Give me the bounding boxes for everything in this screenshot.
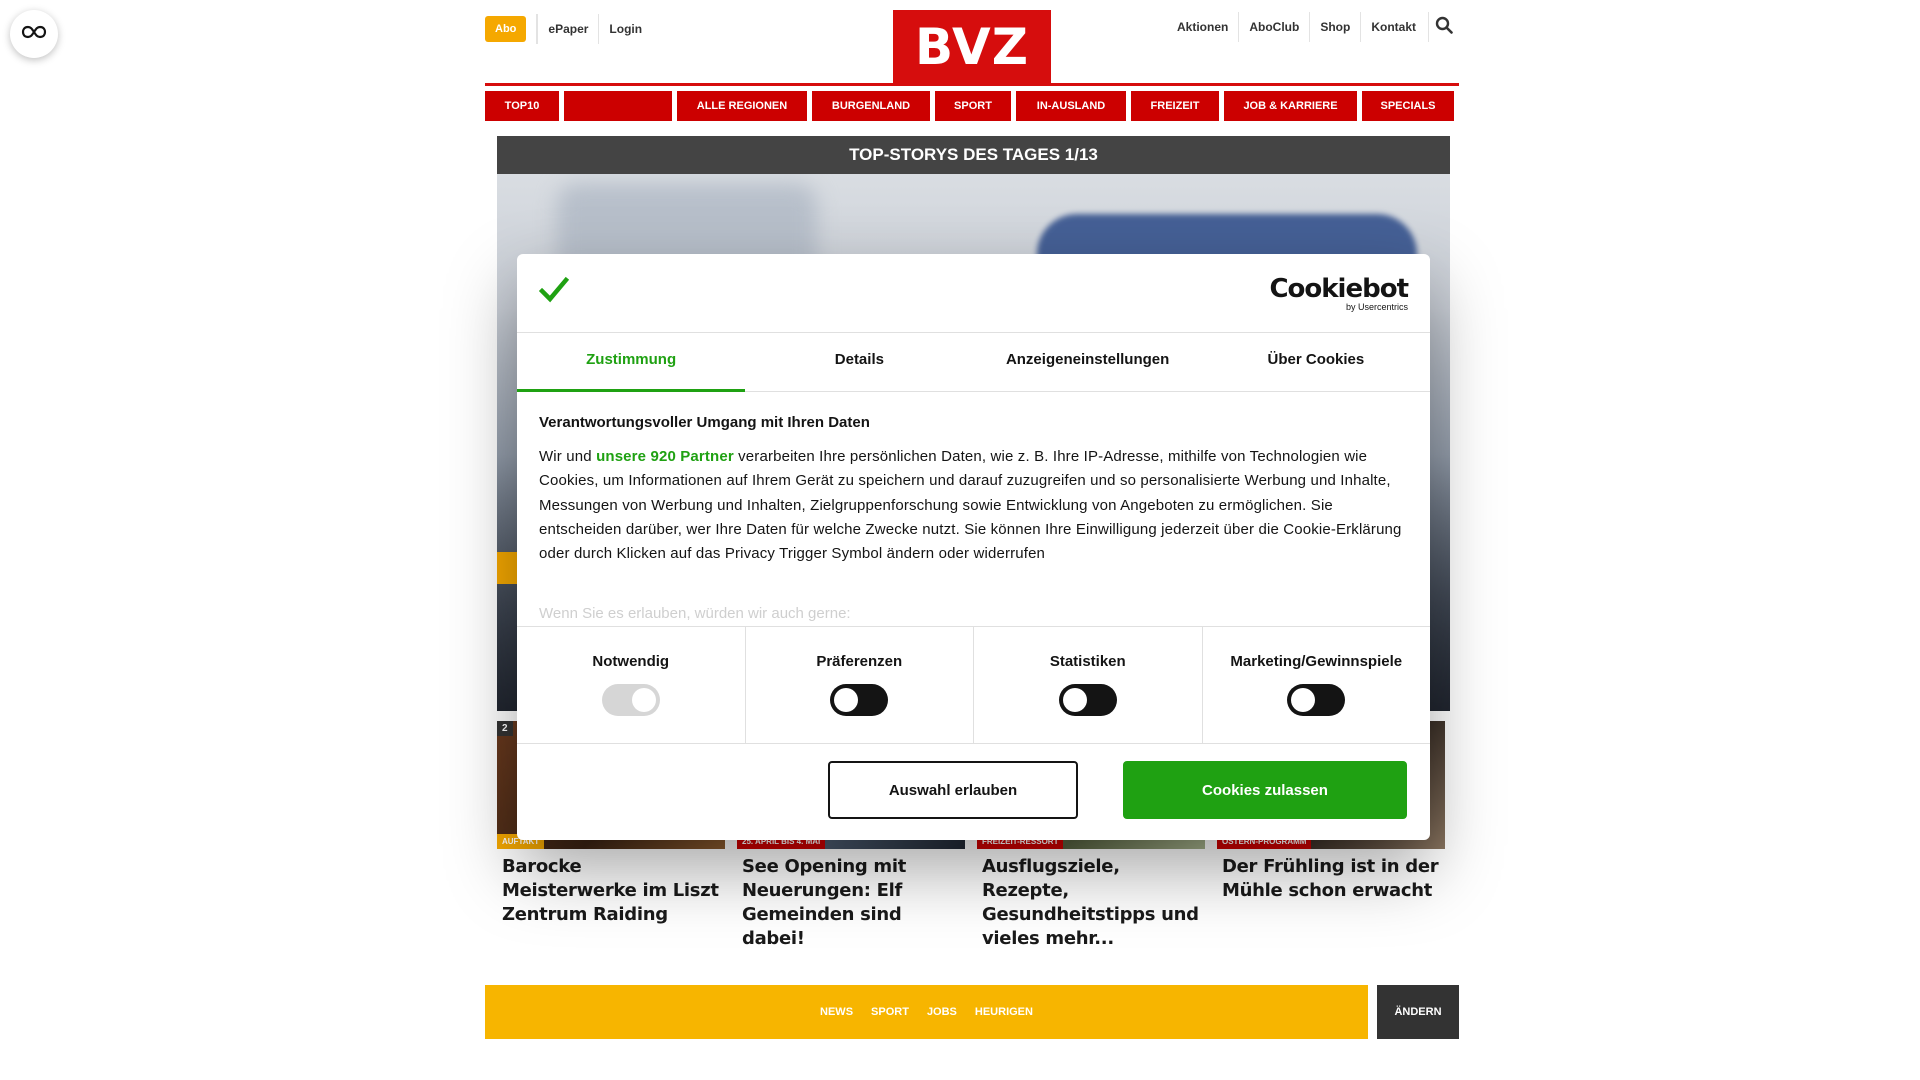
nav-item-burgenland[interactable]: BURGENLAND [812,91,930,121]
teaser-title[interactable]: Der Frühling ist in der Mühle schon erwa… [1222,855,1440,903]
shop-link[interactable]: Shop [1309,12,1360,42]
teaser-title[interactable]: Ausflugsziele, Rezepte, Gesundheitstipps… [982,855,1200,951]
nav-item-empty[interactable] [564,91,672,121]
region-link-jobs[interactable]: JOBS [927,1006,957,1018]
cookie-tabs: Zustimmung Details Anzeigeneinstellungen… [517,333,1430,392]
bvz-logo[interactable]: BVZ [893,10,1051,84]
teaser-number: 2 [497,721,513,736]
region-link-heurigen[interactable]: HEURIGEN [975,1006,1033,1018]
checkmark-icon [538,276,570,309]
toggle-knob [1062,688,1087,712]
page: Abo ePaper Login BVZ Aktionen AboClub Sh… [0,0,1920,1080]
region-link-sport[interactable]: SPORT [871,1006,909,1018]
search-icon [1435,16,1453,39]
category-tag [497,552,519,584]
tab-ueber-cookies[interactable]: Über Cookies [1202,333,1430,391]
cookie-dialog-header: Cookiebot by Usercentrics [517,254,1430,333]
tab-zustimmung[interactable]: Zustimmung [517,333,746,392]
toggle-preferences[interactable] [830,684,889,716]
toggle-knob [1291,688,1316,712]
top-stories-title: TOP-STORYS DES TAGES 1/13 [497,136,1450,174]
cookie-text: Wir und unsere 920 Partner verarbeiten I… [539,445,1407,566]
aboclub-link[interactable]: AboClub [1238,12,1309,42]
toggle-column-marketing: Marketing/Gewinnspiele [1201,627,1431,743]
partners-link[interactable]: unsere 920 Partner [596,448,734,465]
search-button[interactable] [1428,12,1459,42]
cookie-consent-dialog: Cookiebot by Usercentrics Zustimmung Det… [517,254,1430,840]
toggle-column-necessary: Notwendig [517,627,745,743]
cookie-text-pre: Wir und [539,448,597,465]
toggle-statistics[interactable] [1058,684,1117,716]
header-rule [485,83,1459,86]
region-link-news[interactable]: NEWS [820,1006,853,1018]
teaser-title[interactable]: Barocke Meisterwerke im Liszt Zentrum Ra… [502,855,720,927]
privacy-icon [21,25,47,44]
cookie-text-post: verarbeiten Ihre persönlichen Daten, wie… [539,448,1402,563]
toggle-knob [631,688,656,712]
tab-anzeigeneinstellungen[interactable]: Anzeigeneinstellungen [974,333,1202,391]
region-bar: NEWS SPORT JOBS HEURIGEN [485,985,1368,1039]
toggle-label: Statistiken [1049,653,1126,670]
header-left-links: Abo ePaper Login [485,14,652,44]
toggle-necessary [601,684,660,716]
nav-item-job-karriere[interactable]: JOB & KARRIERE [1224,91,1357,121]
cookie-heading: Verantwortungsvoller Umgang mit Ihren Da… [539,414,870,431]
kontakt-link[interactable]: Kontakt [1360,12,1426,42]
toggle-column-statistics: Statistiken [973,627,1202,743]
change-region-button[interactable]: ÄNDERN [1377,985,1459,1039]
toggle-label: Marketing/Gewinnspiele [1230,653,1403,670]
login-link[interactable]: Login [598,14,652,44]
teaser-title[interactable]: See Opening mit Neuerungen: Elf Gemeinde… [742,855,960,951]
allow-all-cookies-button[interactable]: Cookies zulassen [1123,761,1407,819]
toggle-column-preferences: Präferenzen [744,627,974,743]
privacy-trigger-button[interactable] [10,10,58,58]
toggle-label: Präferenzen [816,653,903,670]
consent-toggles: Notwendig Präferenzen Statistiken Market… [517,626,1430,744]
toggle-label: Notwendig [592,653,670,670]
nav-item-alle-regionen[interactable]: ALLE REGIONEN [677,91,807,121]
allow-selection-button[interactable]: Auswahl erlauben [828,761,1078,819]
aktionen-link[interactable]: Aktionen [1167,12,1238,42]
site-header: Abo ePaper Login BVZ Aktionen AboClub Sh… [485,0,1459,84]
toggle-knob [834,688,859,712]
nav-item-in-ausland[interactable]: IN-AUSLAND [1016,91,1126,121]
cookiebot-logo[interactable]: Cookiebot by Usercentrics [1269,274,1409,313]
nav-item-sport[interactable]: SPORT [935,91,1011,121]
tab-details[interactable]: Details [745,333,973,391]
nav-item-specials[interactable]: SPECIALS [1362,91,1454,121]
nav-item-top10[interactable]: TOP10 [485,91,559,121]
nav-item-freizeit[interactable]: FREIZEIT [1131,91,1219,121]
toggle-marketing[interactable] [1287,684,1346,716]
abo-button[interactable]: Abo [485,16,527,42]
header-right-links: Aktionen AboClub Shop Kontakt [1167,12,1459,42]
cookiebot-brand: Cookiebot [1269,274,1409,304]
cookie-actions: Auswahl erlauben Cookies zulassen [517,744,1430,840]
epaper-link[interactable]: ePaper [537,14,598,44]
main-nav: TOP10 ALLE REGIONEN BURGENLAND SPORT IN-… [485,91,1459,121]
